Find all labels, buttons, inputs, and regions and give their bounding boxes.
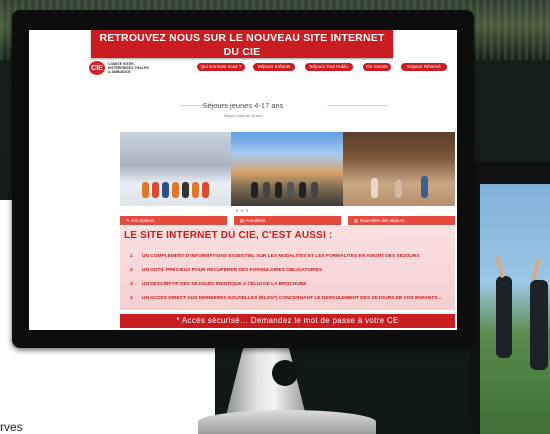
teen-figure <box>251 182 258 198</box>
nav-item-on-recrute[interactable]: On recrute <box>363 63 391 71</box>
info-panel: LE SITE INTERNET DU CIE, C'EST AUSSI : 1… <box>120 226 455 310</box>
section-title: Séjours jeunes 4-17 ans <box>202 101 284 110</box>
secure-access-banner[interactable]: * Accès sécurisé… Demandez le mot de pas… <box>120 314 455 328</box>
tab-nouvelles-des-sejours[interactable]: ▥ Nouvelles des séjours <box>348 216 455 225</box>
announcement-banner[interactable]: RETROUVEZ NOUS SUR LE NOUVEAU SITE INTER… <box>91 30 393 71</box>
website-screen: RETROUVEZ NOUS SUR LE NOUVEAU SITE INTER… <box>29 30 457 330</box>
section-subtitle: Séjours plus de 40 ans <box>223 114 263 118</box>
teen-figure <box>311 182 318 198</box>
teen-figure <box>299 182 306 198</box>
teen-figure <box>275 182 282 198</box>
tab-label: Inscriptions <box>131 218 155 223</box>
nav-item-sejours-enfants[interactable]: Séjours Enfants <box>253 63 295 71</box>
tab-actualites[interactable]: ▤ Actualités <box>234 216 341 225</box>
child-figure <box>421 176 428 198</box>
tablet-device <box>470 162 550 434</box>
list-item: 4 UN ACCES DIRECT AUX DERNIERES NOUVELLES… <box>130 296 441 301</box>
teen-figure <box>287 182 294 198</box>
jumping-person <box>530 280 548 370</box>
child-figure <box>162 182 169 198</box>
child-figure <box>152 182 159 198</box>
child-figure <box>395 180 402 198</box>
desktop-monitor: RETROUVEZ NOUS SUR LE NOUVEAU SITE INTER… <box>12 10 474 348</box>
child-figure <box>142 182 149 198</box>
nav-item-espace-reserve[interactable]: Espace Réservé <box>401 63 447 71</box>
child-figure <box>172 182 179 198</box>
nav-item-sejours-tout-public[interactable]: Séjours Tout Public <box>305 63 353 71</box>
list-item-number: 4 <box>130 296 133 301</box>
site-logo[interactable]: CIE COMITÉ INTER-ENTREPRISES THALES & AM… <box>89 61 150 75</box>
photo-group-city <box>231 132 343 206</box>
photo-group-snow <box>120 132 231 206</box>
list-item-number: 1 <box>130 254 133 259</box>
list-item-text: UN COMPLEMENT D'INFORMATIONS ESSENTIEL S… <box>142 254 420 259</box>
nav-item-qui-sommes-nous[interactable]: Qui sommes nous ? <box>197 63 245 71</box>
child-figure <box>202 182 209 198</box>
jumping-person <box>496 276 512 358</box>
child-figure <box>192 182 199 198</box>
raised-arm <box>495 255 505 279</box>
list-item: 2 UN OUTIL PRECIEUX POUR RECUPERER DES FO… <box>130 268 322 273</box>
list-item-text: UN OUTIL PRECIEUX POUR RECUPERER DES FOR… <box>142 268 323 273</box>
caption-fragment: rves <box>0 420 23 434</box>
list-item-number: 3 <box>130 282 133 287</box>
photo-kids-activity <box>343 132 455 206</box>
tab-inscriptions[interactable]: ✎ Inscriptions <box>120 216 227 225</box>
child-figure <box>371 178 378 198</box>
tab-label: Actualités <box>245 218 266 223</box>
list-item-text: UN ACCES DIRECT AUX DERNIERES NOUVELLES … <box>142 296 442 301</box>
teen-figure <box>263 182 270 198</box>
logo-text: COMITÉ INTER-ENTREPRISES THALES & AMBIAN… <box>108 62 149 74</box>
tab-label: Nouvelles des séjours <box>359 218 405 223</box>
list-item: 3 UN DESCRIPTIF DES SEJOURS IDENTIQUE A C… <box>130 282 306 287</box>
list-item: 1 UN COMPLEMENT D'INFORMATIONS ESSENTIEL … <box>130 254 419 259</box>
child-figure <box>182 182 189 198</box>
panel-title: LE SITE INTERNET DU CIE, C'EST AUSSI : <box>124 230 333 241</box>
list-item-text: UN DESCRIPTIF DES SEJOURS IDENTIQUE A CE… <box>142 282 307 287</box>
raised-arm <box>531 257 541 281</box>
list-item-number: 2 <box>130 268 133 273</box>
tablet-screen-photo <box>480 184 550 434</box>
carousel-dots[interactable]: ●●● <box>29 208 457 214</box>
cie-logo-icon: CIE <box>89 61 105 75</box>
monitor-stand-base <box>198 410 376 434</box>
monitor-stand-hole <box>272 360 298 386</box>
banner-line-1: RETROUVEZ NOUS SUR LE NOUVEAU SITE INTER… <box>99 32 385 58</box>
